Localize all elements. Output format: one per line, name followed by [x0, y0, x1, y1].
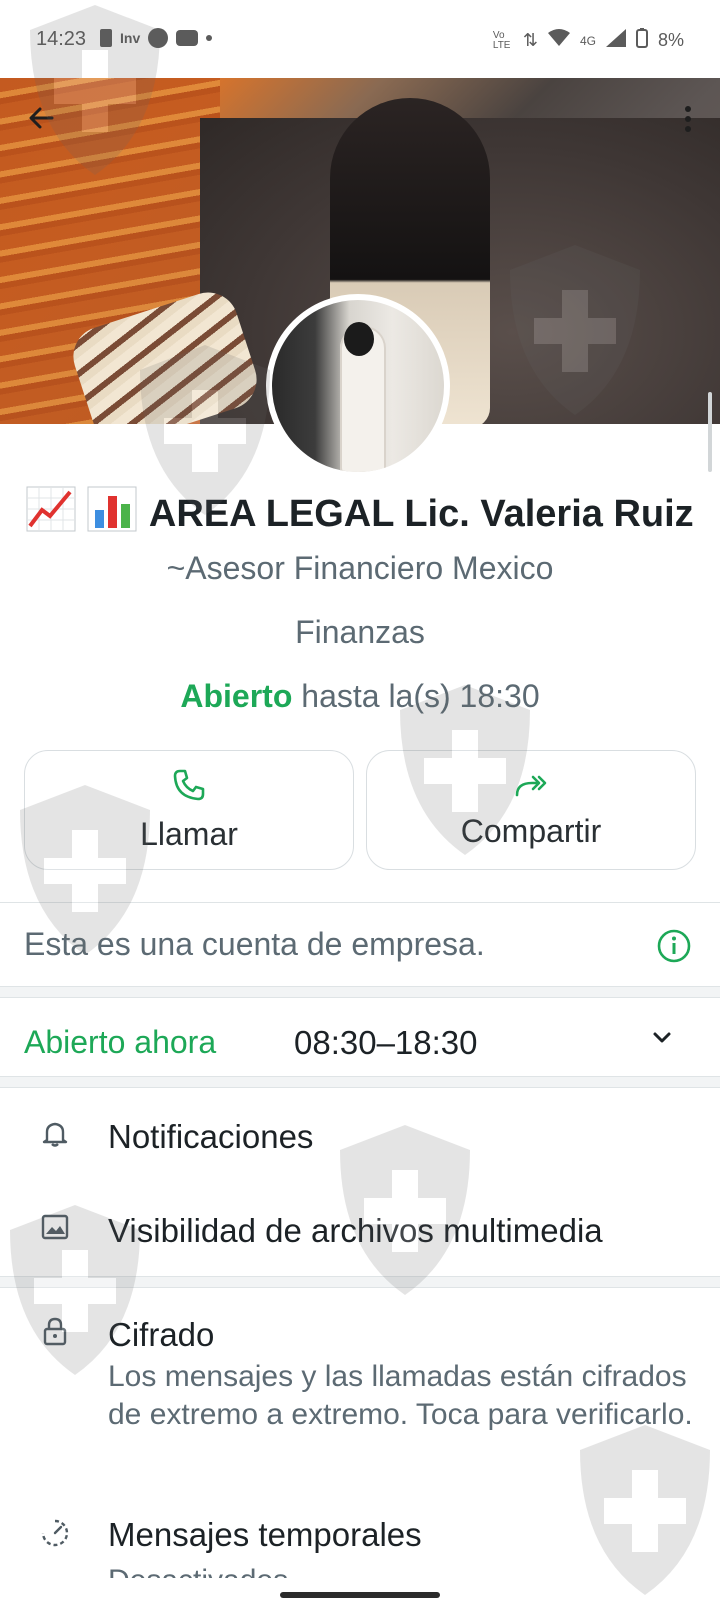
forward-icon: [515, 775, 547, 796]
section-gap: [0, 1077, 720, 1087]
avatar-hair-decor: [344, 322, 374, 356]
status-bar: 14:23 Inv Vo LTE ⇅ 4G 8%: [0, 0, 720, 78]
business-account-notice[interactable]: Esta es una cuenta de empresa.: [24, 926, 485, 963]
timer-icon: [40, 1518, 70, 1548]
dot-icon: [206, 35, 213, 41]
status-left-icons: Inv: [100, 28, 213, 48]
open-until: hasta la(s) 18:30: [301, 678, 540, 714]
profile-name-text: AREA LEGAL Lic. Valeria Ruiz: [148, 493, 694, 535]
section-gap: [0, 1277, 720, 1287]
battery-icon: [635, 28, 648, 53]
share-button[interactable]: Compartir: [366, 750, 696, 870]
info-icon[interactable]: [656, 928, 692, 964]
divider: [0, 1287, 720, 1288]
encryption-row[interactable]: Cifrado Los mensajes y las llamadas está…: [0, 1300, 720, 1480]
profile-name: AREA LEGAL Lic. Valeria Ruiz: [0, 486, 720, 542]
chevron-down-icon[interactable]: [648, 1024, 676, 1052]
lock-icon: [40, 1316, 70, 1346]
back-arrow-icon[interactable]: [22, 98, 62, 138]
profile-avatar[interactable]: [266, 294, 450, 478]
divider: [0, 902, 720, 903]
data-arrows-icon: ⇅: [522, 30, 538, 50]
phone-icon: [173, 769, 205, 800]
youtube-icon: [176, 30, 199, 46]
hours-range: 08:30–18:30: [294, 1024, 478, 1061]
gesture-handle[interactable]: [280, 1592, 440, 1598]
bell-icon: [40, 1118, 70, 1148]
chart-emoji-icons: [26, 486, 137, 542]
battery-percent: 8%: [657, 30, 684, 50]
volte-icon: Vo LTE: [492, 29, 511, 51]
bar-chart-icon: [87, 486, 137, 532]
app-badge: Inv: [120, 30, 141, 46]
status-time: 14:23: [36, 28, 87, 50]
open-status: Abierto: [180, 678, 293, 714]
profile-subtitle: ~Asesor Financiero Mexico: [166, 550, 554, 586]
business-hours-summary: Abierto hasta la(s) 18:30: [0, 678, 720, 715]
business-category: Finanzas: [295, 614, 425, 650]
open-now-label: Abierto ahora: [24, 1024, 217, 1060]
signal-icon: [605, 29, 626, 52]
call-button[interactable]: Llamar: [24, 750, 354, 870]
wifi-icon: [547, 29, 570, 52]
more-options-icon[interactable]: [678, 104, 698, 134]
encryption-title: Cifrado: [108, 1316, 215, 1353]
chart-increasing-icon: [26, 486, 76, 532]
media-visibility-row[interactable]: Visibilidad de archivos multimedia: [0, 1194, 720, 1284]
circle-icon: [148, 28, 169, 48]
status-right: Vo LTE ⇅ 4G 8%: [493, 28, 684, 53]
notifications-label: Notificaciones: [108, 1118, 314, 1155]
call-label: Llamar: [140, 815, 238, 852]
alert-icon: [100, 29, 112, 47]
divider: [0, 1087, 720, 1088]
temporary-messages-title: Mensajes temporales: [108, 1516, 422, 1553]
divider: [0, 997, 720, 998]
media-visibility-label: Visibilidad de archivos multimedia: [108, 1212, 603, 1249]
share-label: Compartir: [460, 812, 602, 849]
image-icon: [40, 1212, 70, 1242]
section-gap: [0, 987, 720, 997]
scroll-indicator[interactable]: [708, 392, 712, 472]
temporary-messages-row[interactable]: Mensajes temporales Desactivados: [0, 1504, 720, 1578]
network-type: 4G: [579, 33, 596, 48]
encryption-description: Los mensajes y las llamadas están cifrad…: [108, 1360, 693, 1431]
temporary-messages-status: Desactivados: [108, 1562, 698, 1578]
notifications-row[interactable]: Notificaciones: [0, 1100, 720, 1190]
